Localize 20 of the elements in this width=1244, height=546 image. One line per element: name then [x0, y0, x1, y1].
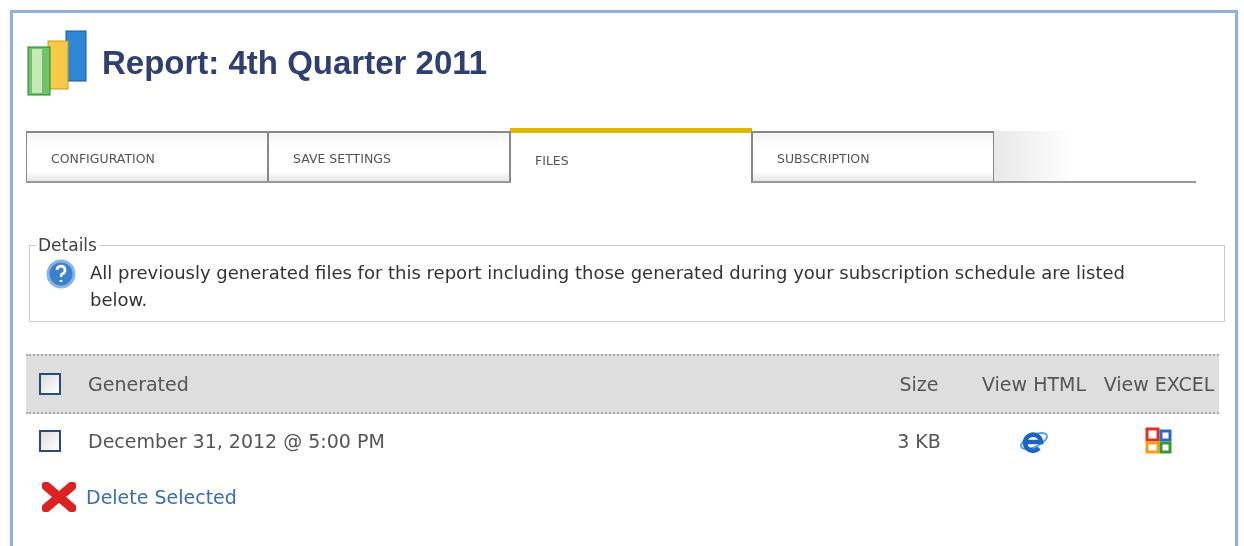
column-header: Size — [899, 373, 939, 395]
office-icon[interactable] — [1145, 427, 1173, 455]
report-title: Report: 4th Quarter 2011 — [102, 44, 488, 82]
help-icon — [46, 259, 76, 289]
column-header: Generated — [88, 373, 190, 395]
column-header: View EXCEL — [1103, 373, 1215, 395]
tab[interactable]: SAVE SETTINGS — [268, 131, 510, 181]
column-header: View HTML — [982, 373, 1086, 395]
details-legend: Details — [36, 235, 99, 255]
table-cell: 3 KB — [897, 430, 941, 452]
delete-selected-link[interactable]: Delete Selected — [86, 486, 237, 508]
table-cell-text: December 31, 2012 @ 5:00 PM — [88, 430, 386, 452]
bar-chart-icon — [26, 29, 90, 97]
checkbox[interactable] — [39, 430, 61, 452]
tab[interactable]: FILES — [510, 128, 752, 183]
tab[interactable]: SUBSCRIPTION — [752, 131, 994, 181]
delete-icon — [42, 482, 76, 512]
tab[interactable]: CONFIGURATION — [26, 131, 268, 181]
details-text: All previously generated files for this report including those generated during your subscription schedule are listed below. — [90, 261, 1126, 312]
checkbox[interactable] — [39, 373, 61, 395]
